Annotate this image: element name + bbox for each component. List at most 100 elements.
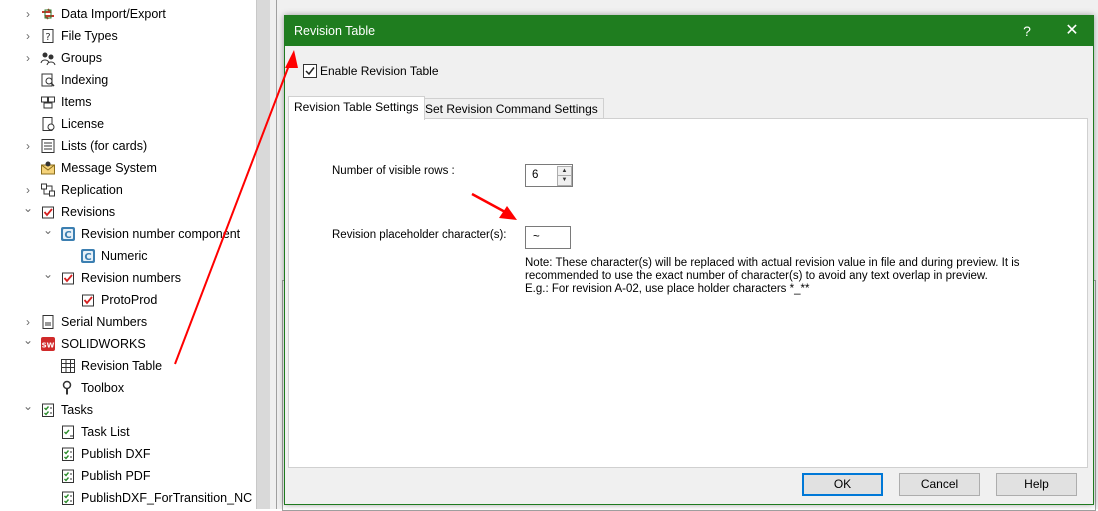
chevron-down-icon[interactable]: ⌄ — [20, 201, 36, 223]
tree-item[interactable]: Task List — [0, 421, 256, 443]
note-line-2: recommended to use the exact number of c… — [525, 270, 988, 282]
tree-item-label: Data Import/Export — [61, 7, 166, 21]
note-line-3: E.g.: For revision A-02, use place holde… — [525, 283, 810, 295]
tree-item-label: Revision numbers — [81, 271, 182, 285]
tree-item[interactable]: Items — [0, 91, 256, 113]
tree-item-label: ProtoProd — [101, 293, 158, 307]
help-button[interactable]: Help — [996, 473, 1077, 496]
tree-item-label: Task List — [81, 425, 130, 439]
tree-item-label: License — [61, 117, 105, 131]
list-icon — [40, 138, 56, 154]
chevron-right-icon[interactable]: › — [20, 135, 36, 157]
tree-item-label: Numeric — [101, 249, 148, 263]
tree-item-label: SOLIDWORKS — [61, 337, 146, 351]
message-icon — [40, 160, 56, 176]
revision-icon — [60, 270, 76, 286]
chevron-right-icon[interactable]: › — [20, 311, 36, 333]
svg-text:?: ? — [45, 32, 50, 43]
revision-icon — [40, 204, 56, 220]
placeholder-input[interactable]: ~ — [525, 226, 571, 249]
items-icon — [40, 94, 56, 110]
task-list-icon — [60, 424, 76, 440]
svg-text:C: C — [84, 252, 91, 263]
tree-item[interactable]: C Numeric — [0, 245, 256, 267]
question-file-icon: ? — [40, 28, 56, 44]
tab-revision-table-settings[interactable]: Revision Table Settings — [288, 96, 425, 120]
import-export-icon — [40, 6, 56, 22]
settings-tree: › Data Import/Export ›? File Types › Groups In… — [0, 0, 256, 509]
component-icon: C — [60, 226, 76, 242]
tasks-icon — [60, 446, 76, 462]
table-icon — [60, 358, 76, 374]
svg-text:SW: SW — [42, 342, 55, 350]
tree-item[interactable]: › Serial Numbers — [0, 311, 256, 333]
tree-item[interactable]: ⌄ SW SOLIDWORKS — [0, 333, 256, 355]
tree-item-label: Items — [61, 95, 92, 109]
tree-item[interactable]: License — [0, 113, 256, 135]
tree-item-label: Groups — [61, 51, 102, 65]
enable-revision-table-checkbox[interactable] — [303, 64, 317, 78]
tree-item[interactable]: › Data Import/Export — [0, 3, 256, 25]
tree-item[interactable]: › Lists (for cards) — [0, 135, 256, 157]
tree-item-label: Replication — [61, 183, 123, 197]
indexing-icon — [40, 72, 56, 88]
note-line-1: Note: These character(s) will be replace… — [525, 257, 1020, 269]
chevron-down-icon[interactable]: ⌄ — [20, 333, 36, 355]
tree-item[interactable]: Message System — [0, 157, 256, 179]
chevron-down-icon[interactable]: ⌄ — [20, 399, 36, 421]
help-icon[interactable]: ? — [1011, 16, 1043, 46]
chevron-right-icon[interactable]: › — [20, 3, 36, 25]
dialog-title: Revision Table — [294, 24, 376, 38]
tab-set-revision-command-settings[interactable]: Set Revision Command Settings — [419, 98, 604, 119]
tree-item-label: Publish DXF — [81, 447, 151, 461]
dialog-titlebar[interactable]: Revision Table ? ✕ — [285, 16, 1093, 46]
tree-item-label: Revision number component — [81, 227, 241, 241]
tree-item[interactable]: ⌄ Revisions — [0, 201, 256, 223]
tree-item[interactable]: › Groups — [0, 47, 256, 69]
placeholder-label: Revision placeholder character(s): — [332, 229, 507, 241]
groups-icon — [40, 50, 56, 66]
visible-rows-stepper[interactable]: 6 ▲ ▼ — [525, 164, 573, 187]
tree-item[interactable]: ⌄ Tasks — [0, 399, 256, 421]
tree-item-label: Toolbox — [81, 381, 125, 395]
component-icon: C — [80, 248, 96, 264]
tree-item[interactable]: Publish PDF — [0, 465, 256, 487]
tree-item-label: Tasks — [61, 403, 93, 417]
tree-item[interactable]: Publish DXF — [0, 443, 256, 465]
chevron-right-icon[interactable]: › — [20, 47, 36, 69]
replication-icon — [40, 182, 56, 198]
tree-item-label: Indexing — [61, 73, 109, 87]
tree-scrollbar[interactable] — [256, 0, 270, 509]
visible-rows-label: Number of visible rows : — [332, 165, 455, 177]
tree-item-label: File Types — [61, 29, 118, 43]
tree-item[interactable]: Toolbox — [0, 377, 256, 399]
chevron-down-icon[interactable]: ⌄ — [40, 267, 56, 289]
stepper-down-icon[interactable]: ▼ — [557, 175, 572, 186]
background-divider — [276, 0, 277, 509]
chevron-right-icon[interactable]: › — [20, 25, 36, 47]
tree-item[interactable]: ProtoProd — [0, 289, 256, 311]
tree-item[interactable]: PublishDXF_ForTransition_NC — [0, 487, 256, 509]
tasks-icon — [60, 490, 76, 506]
placeholder-value: ~ — [533, 231, 540, 243]
ok-button[interactable]: OK — [802, 473, 883, 496]
tree-item[interactable]: ⌄ Revision numbers — [0, 267, 256, 289]
tree-item[interactable]: Revision Table — [0, 355, 256, 377]
tree-item[interactable]: ⌄ C Revision number component — [0, 223, 256, 245]
chevron-down-icon[interactable]: ⌄ — [40, 223, 56, 245]
revision-table-dialog: Revision Table ? ✕ Enable Revision Table… — [284, 15, 1094, 505]
close-icon[interactable]: ✕ — [1055, 16, 1089, 46]
tree-item[interactable]: › Replication — [0, 179, 256, 201]
tree-item-label: Revisions — [61, 205, 116, 219]
solidworks-icon: SW — [40, 336, 56, 352]
chevron-right-icon[interactable]: › — [20, 179, 36, 201]
visible-rows-value: 6 — [532, 169, 539, 181]
tree-item[interactable]: ›? File Types — [0, 25, 256, 47]
tree-item-label: PublishDXF_ForTransition_NC — [81, 491, 253, 505]
tasks-icon — [60, 468, 76, 484]
tree-item-label: Revision Table — [81, 359, 163, 373]
checkmark-icon — [305, 67, 315, 76]
tree-item[interactable]: Indexing — [0, 69, 256, 91]
toolbox-icon — [60, 380, 76, 396]
cancel-button[interactable]: Cancel — [899, 473, 980, 496]
